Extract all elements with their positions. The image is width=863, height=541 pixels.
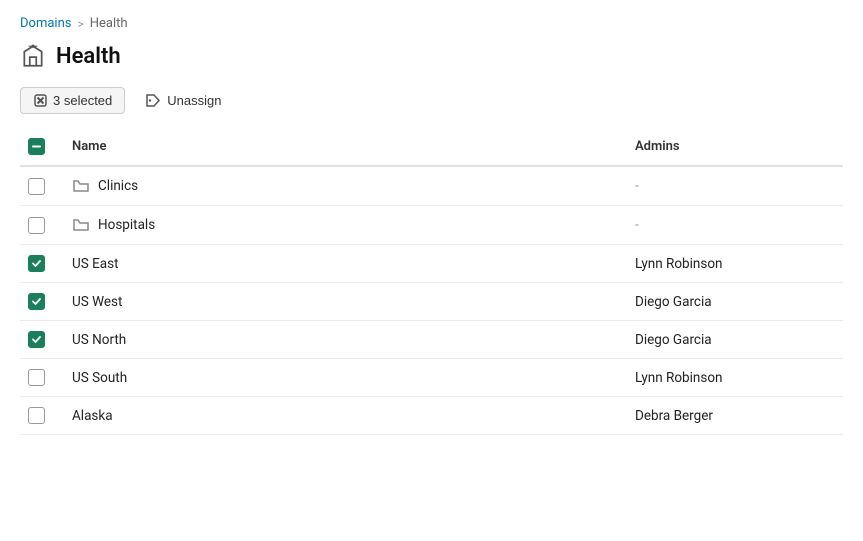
row-name-text: US North — [72, 332, 126, 348]
row-checkbox[interactable] — [28, 178, 45, 195]
row-name-cell: Alaska — [60, 397, 623, 435]
page-title: Health — [56, 44, 121, 69]
row-checkbox-cell — [20, 397, 60, 435]
row-name-cell: US West — [60, 283, 623, 321]
table-row: US South Lynn Robinson — [20, 359, 843, 397]
column-header-admins: Admins — [623, 128, 843, 166]
row-admins-cell: - — [623, 166, 843, 206]
row-checkbox[interactable] — [28, 369, 45, 386]
table-row: US West Diego Garcia — [20, 283, 843, 321]
row-name-text: Clinics — [98, 178, 138, 194]
folder-icon — [72, 177, 90, 195]
data-table: Name Admins Clinics - Hospitals - US East Ly… — [20, 128, 843, 435]
page-header: Health — [20, 43, 843, 69]
column-header-name: Name — [60, 128, 623, 166]
toolbar: 3 selected Unassign — [20, 87, 843, 114]
table-header-row: Name Admins — [20, 128, 843, 166]
row-checkbox-cell — [20, 245, 60, 283]
row-admins-cell: - — [623, 206, 843, 245]
selected-count-label: 3 selected — [53, 93, 112, 108]
row-checkbox-cell — [20, 359, 60, 397]
row-name-cell: Clinics — [60, 166, 623, 206]
row-admins-cell: Debra Berger — [623, 397, 843, 435]
row-name-text: Alaska — [72, 408, 113, 424]
breadcrumb-current: Health — [90, 16, 128, 31]
breadcrumb-separator: > — [77, 17, 83, 31]
select-all-checkbox[interactable] — [28, 138, 45, 155]
row-checkbox-cell — [20, 166, 60, 206]
table-row: US North Diego Garcia — [20, 321, 843, 359]
row-checkbox-cell — [20, 283, 60, 321]
row-admins-cell: Lynn Robinson — [623, 359, 843, 397]
row-checkbox[interactable] — [28, 293, 45, 310]
row-checkbox[interactable] — [28, 407, 45, 424]
domain-icon — [20, 43, 46, 69]
row-name-cell: US East — [60, 245, 623, 283]
selected-count-button[interactable]: 3 selected — [20, 87, 125, 114]
row-name-text: US West — [72, 294, 122, 310]
row-name-cell: US North — [60, 321, 623, 359]
row-checkbox[interactable] — [28, 331, 45, 348]
row-name-cell: Hospitals — [60, 206, 623, 245]
folder-icon — [72, 216, 90, 234]
row-checkbox[interactable] — [28, 255, 45, 272]
clear-selection-icon — [33, 94, 47, 108]
unassign-label: Unassign — [167, 93, 221, 108]
row-checkbox-cell — [20, 206, 60, 245]
table-row: Hospitals - — [20, 206, 843, 245]
breadcrumb: Domains > Health — [20, 16, 843, 31]
header-checkbox-cell — [20, 128, 60, 166]
unassign-icon — [145, 93, 161, 109]
row-admins-cell: Diego Garcia — [623, 283, 843, 321]
breadcrumb-parent[interactable]: Domains — [20, 16, 71, 31]
table-row: US East Lynn Robinson — [20, 245, 843, 283]
row-checkbox-cell — [20, 321, 60, 359]
row-name-text: US South — [72, 370, 127, 386]
unassign-button[interactable]: Unassign — [135, 88, 231, 114]
row-name-text: Hospitals — [98, 217, 155, 233]
row-name-cell: US South — [60, 359, 623, 397]
row-name-text: US East — [72, 256, 119, 272]
row-admins-cell: Lynn Robinson — [623, 245, 843, 283]
row-checkbox[interactable] — [28, 217, 45, 234]
table-row: Clinics - — [20, 166, 843, 206]
table-row: Alaska Debra Berger — [20, 397, 843, 435]
row-admins-cell: Diego Garcia — [623, 321, 843, 359]
